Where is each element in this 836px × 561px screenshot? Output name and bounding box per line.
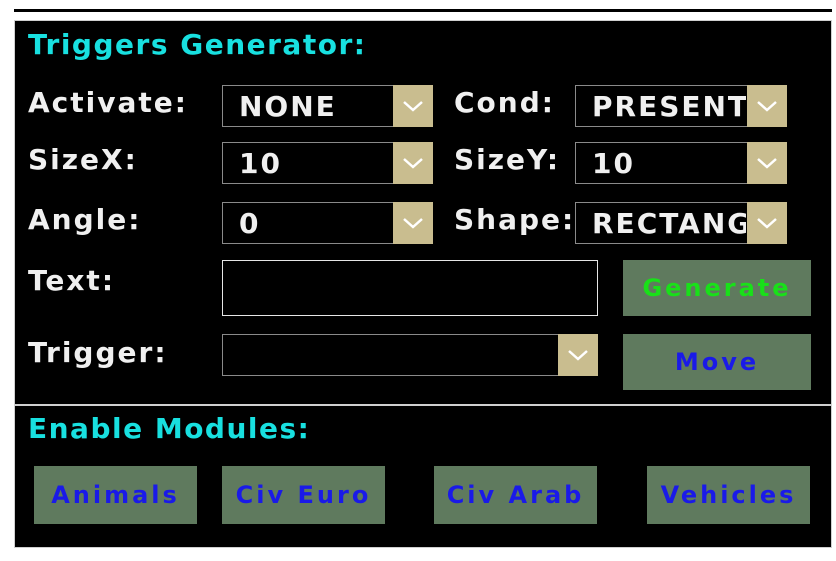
- cond-value: PRESENT: [592, 89, 746, 123]
- angle-label: Angle:: [28, 203, 142, 236]
- trigger-label: Trigger:: [28, 336, 168, 369]
- top-edge: [14, 9, 832, 12]
- sizey-select[interactable]: 10: [575, 142, 787, 184]
- angle-select[interactable]: 0: [222, 202, 433, 244]
- activate-value: NONE: [239, 89, 337, 123]
- trigger-select[interactable]: [222, 334, 598, 376]
- chevron-down-icon[interactable]: [393, 85, 433, 127]
- chevron-down-icon[interactable]: [393, 202, 433, 244]
- chevron-down-icon[interactable]: [747, 202, 787, 244]
- sizey-value: 10: [592, 146, 635, 180]
- shape-label: Shape:: [454, 203, 576, 236]
- activate-select[interactable]: NONE: [222, 85, 433, 127]
- chevron-down-icon[interactable]: [393, 142, 433, 184]
- module-civ-euro-button[interactable]: Civ Euro: [222, 466, 385, 524]
- cond-select[interactable]: PRESENT: [575, 85, 787, 127]
- generator-title: Triggers Generator:: [28, 28, 367, 61]
- section-divider: [14, 404, 832, 406]
- module-vehicles-button[interactable]: Vehicles: [647, 466, 810, 524]
- activate-label: Activate:: [28, 86, 188, 119]
- sizex-select[interactable]: 10: [222, 142, 433, 184]
- sizex-label: SizeX:: [28, 143, 138, 176]
- chevron-down-icon[interactable]: [747, 85, 787, 127]
- move-button[interactable]: Move: [623, 334, 811, 390]
- text-label: Text:: [28, 264, 116, 297]
- angle-value: 0: [239, 206, 261, 240]
- chevron-down-icon[interactable]: [558, 334, 598, 376]
- text-input[interactable]: [222, 260, 598, 316]
- cond-label: Cond:: [454, 86, 555, 119]
- modules-title: Enable Modules:: [28, 412, 311, 445]
- module-civ-arab-button[interactable]: Civ Arab: [434, 466, 597, 524]
- module-animals-button[interactable]: Animals: [34, 466, 197, 524]
- sizey-label: SizeY:: [454, 143, 561, 176]
- shape-select[interactable]: RECTANGLE: [575, 202, 787, 244]
- sizex-value: 10: [239, 146, 282, 180]
- generate-button[interactable]: Generate: [623, 260, 811, 316]
- chevron-down-icon[interactable]: [747, 142, 787, 184]
- shape-value: RECTANGLE: [592, 206, 746, 240]
